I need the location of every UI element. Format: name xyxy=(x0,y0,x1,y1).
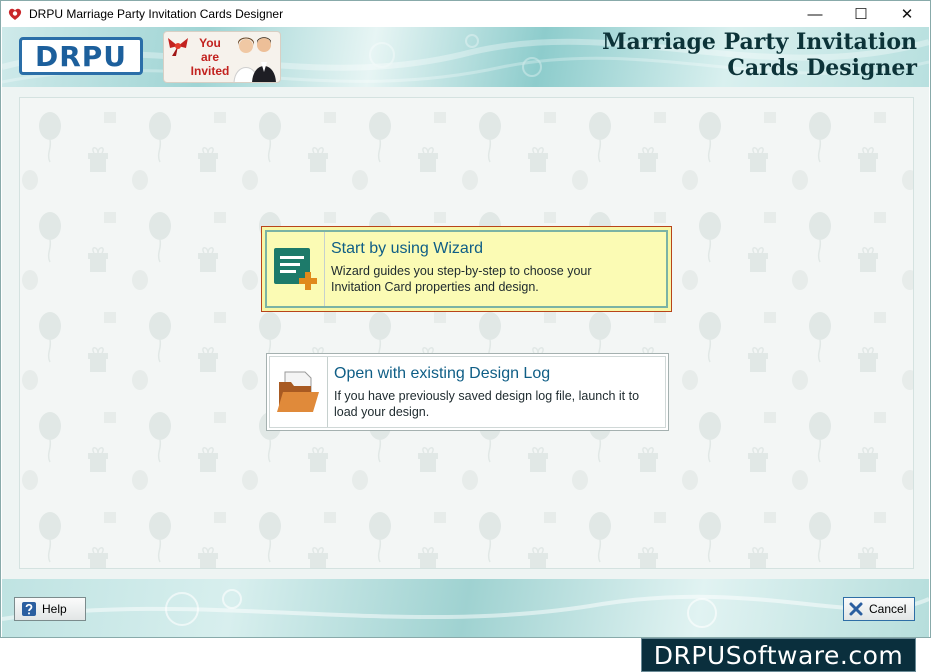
bride-groom-icon xyxy=(233,37,276,82)
app-window: DRPU Marriage Party Invitation Cards Des… xyxy=(0,0,931,638)
footer-bubbles-decoration xyxy=(2,589,929,628)
window-controls: — ☐ ✕ xyxy=(792,1,930,27)
open-design-log-description-line-2: load your design. xyxy=(334,405,430,419)
invite-text: You are Invited xyxy=(186,36,234,78)
start-wizard-title: Start by using Wizard xyxy=(331,240,484,257)
open-design-log-title: Open with existing Design Log xyxy=(334,365,551,382)
app-heart-icon xyxy=(7,6,23,22)
drpu-software-watermark: DRPUSoftware.com xyxy=(641,638,916,672)
you-are-invited-badge: You are Invited xyxy=(163,31,281,83)
title-bar: DRPU Marriage Party Invitation Cards Des… xyxy=(1,1,930,27)
logo-text: DRPU xyxy=(34,39,128,73)
help-button[interactable]: Help xyxy=(14,597,86,621)
start-wizard-option[interactable]: Start by using Wizard Wizard guides you … xyxy=(261,226,672,312)
cancel-button-label: Cancel xyxy=(869,602,907,616)
content-frame xyxy=(19,97,914,569)
cancel-button[interactable]: Cancel xyxy=(843,597,915,621)
start-wizard-option-inner: Start by using Wizard Wizard guides you … xyxy=(265,230,668,308)
start-wizard-description-line-1: Wizard guides you step-by-step to choose… xyxy=(331,264,592,278)
start-wizard-description-line-2: Invitation Card properties and design. xyxy=(331,280,539,294)
wizard-form-icon xyxy=(267,232,325,306)
maximize-icon: ☐ xyxy=(854,6,868,23)
invite-line-2: are xyxy=(200,50,220,64)
watermark-text: DRPUSoftware.com xyxy=(653,640,904,670)
app-title-line-2: Cards Designer xyxy=(727,55,917,81)
maximize-button[interactable]: ☐ xyxy=(838,1,884,27)
app-title-line-1: Marriage Party Invitation xyxy=(602,29,917,55)
help-button-label: Help xyxy=(42,602,67,616)
invite-line-1: You xyxy=(199,36,221,50)
content-area: Start by using Wizard Wizard guides you … xyxy=(2,87,929,579)
start-wizard-description: Wizard guides you step-by-step to choose… xyxy=(331,263,592,295)
header-banner: DRPU You are Invited Marriage Party Invi… xyxy=(2,27,929,87)
window-title: DRPU Marriage Party Invitation Cards Des… xyxy=(29,7,284,21)
cancel-x-icon xyxy=(849,602,863,616)
start-wizard-text: Start by using Wizard Wizard guides you … xyxy=(325,232,592,306)
open-design-log-description-line-1: If you have previously saved design log … xyxy=(334,389,640,403)
open-folder-icon xyxy=(270,357,328,427)
help-icon xyxy=(22,602,36,616)
close-icon: ✕ xyxy=(900,6,914,23)
balloon-gift-pattern xyxy=(20,98,913,568)
app-title: Marriage Party Invitation Cards Designer xyxy=(602,29,917,81)
open-design-log-option-inner: Open with existing Design Log If you hav… xyxy=(269,356,666,428)
invite-line-3: Invited xyxy=(190,64,230,78)
drpu-logo: DRPU xyxy=(19,37,143,75)
close-button[interactable]: ✕ xyxy=(884,1,930,27)
footer-bar: Help Cancel xyxy=(2,579,929,637)
minimize-button[interactable]: — xyxy=(792,1,838,27)
open-design-log-description: If you have previously saved design log … xyxy=(334,388,639,420)
open-design-log-option[interactable]: Open with existing Design Log If you hav… xyxy=(266,353,669,431)
minimize-icon: — xyxy=(807,5,823,23)
open-design-log-text: Open with existing Design Log If you hav… xyxy=(328,357,639,427)
